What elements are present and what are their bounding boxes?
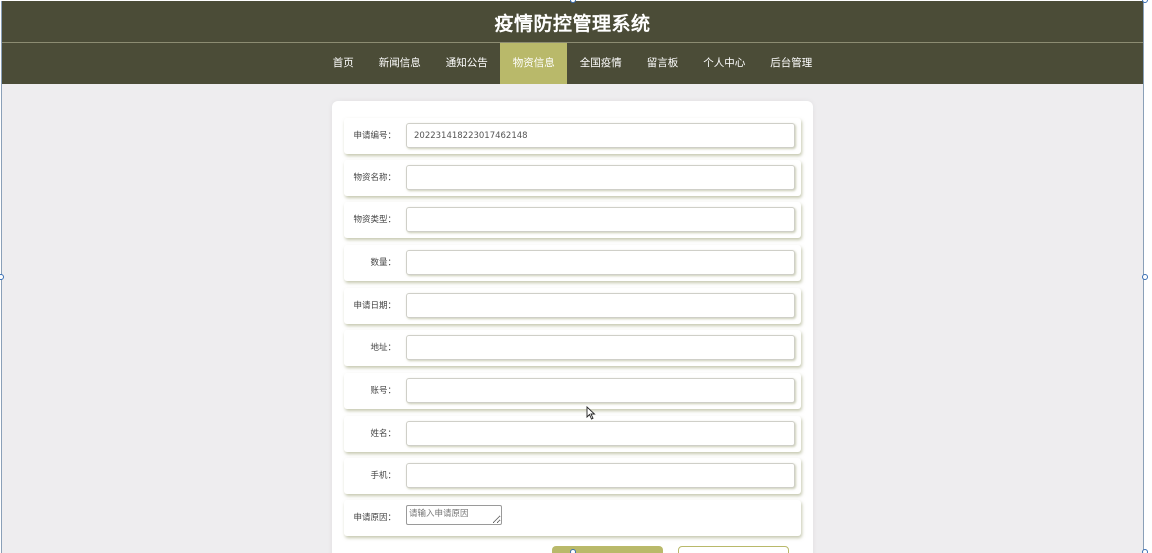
quantity-input[interactable] xyxy=(406,250,795,275)
site-header: 疫情防控管理系统 首页 新闻信息 通知公告 物资信息 全国疫情 留言板 个人中心… xyxy=(2,1,1143,84)
nav-item-supplies[interactable]: 物资信息 xyxy=(500,43,568,84)
nav-item-news[interactable]: 新闻信息 xyxy=(366,43,433,84)
application-number-input[interactable] xyxy=(406,123,795,148)
reset-button[interactable] xyxy=(678,546,789,553)
resize-handle-bottom-right[interactable] xyxy=(1142,549,1148,553)
supply-type-input[interactable] xyxy=(406,207,795,232)
nav-item-personal-center[interactable]: 个人中心 xyxy=(691,43,758,84)
supply-name-label: 物资名称： xyxy=(353,173,396,183)
address-input[interactable] xyxy=(406,335,795,360)
form-row-supply-type: 物资类型： xyxy=(344,202,801,238)
application-date-input[interactable] xyxy=(406,293,795,318)
application-number-label: 申请编号： xyxy=(353,131,396,141)
site-title: 疫情防控管理系统 xyxy=(494,13,651,35)
resize-handle-bottom[interactable] xyxy=(570,549,576,553)
supply-name-input[interactable] xyxy=(406,165,795,190)
submit-button[interactable] xyxy=(552,546,663,553)
reason-textarea[interactable] xyxy=(406,505,502,525)
main-nav: 首页 新闻信息 通知公告 物资信息 全国疫情 留言板 个人中心 后台管理 xyxy=(2,43,1143,84)
nav-item-notices[interactable]: 通知公告 xyxy=(433,43,500,84)
form-row-supply-name: 物资名称： xyxy=(344,160,801,196)
form-row-name: 姓名： xyxy=(344,416,801,452)
account-label: 账号： xyxy=(370,386,396,396)
form-row-address: 地址： xyxy=(344,330,801,366)
nav-item-admin[interactable]: 后台管理 xyxy=(758,43,825,84)
form-row-reason: 申请原因： xyxy=(344,500,801,536)
mouse-cursor-icon xyxy=(586,406,596,420)
browser-viewport: 疫情防控管理系统 首页 新闻信息 通知公告 物资信息 全国疫情 留言板 个人中心… xyxy=(1,1,1144,553)
phone-input[interactable] xyxy=(406,463,795,488)
account-input[interactable] xyxy=(406,378,795,403)
form-row-account: 账号： xyxy=(344,373,801,409)
name-label: 姓名： xyxy=(370,429,396,439)
resize-handle-right[interactable] xyxy=(1142,274,1148,280)
quantity-label: 数量： xyxy=(370,258,396,268)
phone-label: 手机： xyxy=(370,471,396,481)
name-input[interactable] xyxy=(406,421,795,446)
form-row-application-date: 申请日期： xyxy=(344,288,801,324)
resize-handle-top-right[interactable] xyxy=(1142,0,1148,3)
nav-item-message-board[interactable]: 留言板 xyxy=(634,43,691,84)
application-date-label: 申请日期： xyxy=(353,301,396,311)
application-form-card: 申请编号： 物资名称： 物资类型： 数量： 申请日期： 地址： 账号： xyxy=(332,101,813,553)
nav-item-national-epidemic[interactable]: 全国疫情 xyxy=(567,43,634,84)
form-row-quantity: 数量： xyxy=(344,245,801,281)
supply-type-label: 物资类型： xyxy=(353,215,396,225)
address-label: 地址： xyxy=(370,343,396,353)
nav-item-home[interactable]: 首页 xyxy=(320,43,366,84)
reason-label: 申请原因： xyxy=(353,513,396,523)
form-row-phone: 手机： xyxy=(344,458,801,494)
form-row-application-number: 申请编号： xyxy=(344,118,801,154)
